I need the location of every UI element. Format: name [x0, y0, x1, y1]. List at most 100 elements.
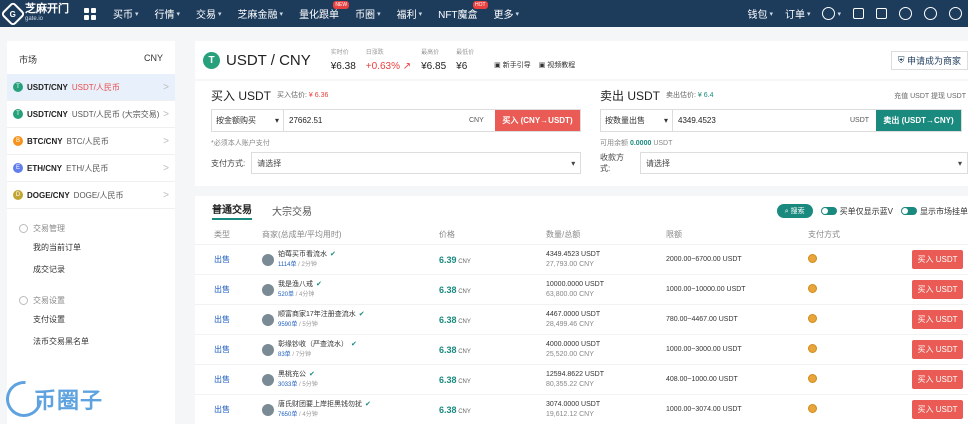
apply-merchant-button[interactable]: ⛨ 申请成为商家	[890, 51, 968, 70]
tab-block-trade[interactable]: 大宗交易	[272, 203, 312, 218]
payment-method-icon	[808, 374, 817, 383]
nav-item-2[interactable]: 交易 ▾	[188, 0, 230, 27]
merchant[interactable]: 彰缘钞收（严查流水） ✔ 83单 / 7分钟	[262, 340, 439, 360]
price: 6.39 CNY	[439, 254, 471, 265]
chevron-right-icon: >	[163, 108, 169, 120]
chevron-down-icon: ▾	[663, 116, 668, 125]
user-icon[interactable]: ▾	[816, 0, 847, 27]
nav-item-5[interactable]: 币圈 ▾	[347, 0, 389, 27]
chevron-right-icon: >	[163, 135, 169, 147]
nav-item-7[interactable]: NFT魔盒 HOT	[430, 0, 488, 27]
table-header: 类型 商家(总成单/平均用时) 价格 数量/总额 限额 支付方式	[214, 229, 840, 239]
nav-item-0[interactable]: 买币 ▾	[105, 0, 147, 27]
buy-payment-select[interactable]: 请选择 ▾	[251, 152, 582, 174]
quantity: 12594.8622 USDT 80,355.22 CNY	[546, 370, 604, 388]
deposit-withdraw-links[interactable]: 充值 USDT 提现 USDT	[894, 91, 966, 101]
toggle-bluev-only[interactable]: 买单仅显示蓝V	[820, 206, 893, 217]
search-button[interactable]: ⌕ 搜索	[776, 204, 813, 218]
order-type: 出售	[214, 255, 230, 264]
search-icon[interactable]	[943, 0, 968, 27]
wallet-menu[interactable]: 钱包 ▾	[741, 0, 779, 27]
buy-panel: 买入 USDT 买入估价: ¥ 6.36 按金额购买 ▾ 27662.51 CNY …	[195, 81, 590, 186]
nav-item-4[interactable]: 量化跟单 NEW	[291, 0, 350, 27]
chevron-right-icon: >	[163, 81, 169, 93]
notification-icon[interactable]	[870, 0, 893, 27]
settings-icon[interactable]	[918, 0, 943, 27]
merchant[interactable]: 黑桃充公 ✔ 3033单 / 5分钟	[262, 370, 439, 390]
verified-icon: ✔	[351, 340, 357, 348]
pair-stat: 最高价 ¥6.85	[421, 50, 447, 72]
buy-estimate: ¥ 6.36	[308, 92, 329, 99]
pair-stat: 日涨跌 +0.63% ↗	[365, 50, 412, 72]
sidebar-head-market: 市场	[19, 55, 38, 65]
apps-grid-icon[interactable]	[84, 7, 96, 20]
quantity: 4349.4523 USDT 27,793.00 CNY	[546, 250, 601, 268]
sidebar-link[interactable]: 法币交易黑名单	[19, 331, 163, 353]
merchant[interactable]: 铂莓买币看流水 ✔ 1114单 / 2分钟	[262, 250, 439, 270]
sidebar-link[interactable]: 成交记录	[19, 259, 163, 281]
nav-item-8[interactable]: 更多 ▾	[486, 0, 528, 27]
merchant[interactable]: 唐氏财团要上岸拒黑钱勿扰 ✔ 7650单 / 4分钟	[262, 400, 439, 420]
buy-usdt-button[interactable]: 买入 USDT	[912, 310, 963, 329]
sidebar-pair-item[interactable]: T USDT/CNY USDT/人民币 >	[7, 74, 175, 101]
limit: 408.00~1000.00 USDT	[666, 376, 738, 383]
buy-amount-input[interactable]: 27662.51	[284, 110, 469, 131]
sell-amount-input[interactable]: 4349.4523	[673, 110, 850, 131]
avatar	[262, 253, 274, 266]
brand-logo[interactable]: G 芝麻开门 gate.io	[0, 0, 75, 27]
main-nav: 买币 ▾ 行情 ▾ 交易 ▾ 芝麻金融 ▾ 量化跟单 NEW 币圈 ▾ 福利 ▾ NFT魔盒 HOT 更多 ▾	[105, 0, 527, 27]
guide-link[interactable]: ▣ 视频教程	[539, 60, 576, 70]
sell-title: 卖出 USDT	[600, 88, 661, 103]
limit: 780.00~4467.00 USDT	[666, 316, 738, 323]
guide-link[interactable]: ▣ 新手引导	[494, 60, 531, 70]
merchant[interactable]: 顺富商家17年注册查流水 ✔ 9590单 / 5分钟	[262, 310, 439, 330]
language-icon[interactable]	[893, 0, 918, 27]
buy-usdt-button[interactable]: 买入 USDT	[912, 370, 963, 389]
buy-usdt-button[interactable]: 买入 USDT	[912, 280, 963, 299]
buy-usdt-button[interactable]: 买入 USDT	[912, 340, 963, 359]
price: 6.38 CNY	[439, 404, 471, 415]
brand-domain: gate.io	[25, 15, 44, 22]
download-icon[interactable]	[847, 0, 870, 27]
currency-select[interactable]: CNY	[144, 53, 163, 74]
nav-right: 钱包 ▾ 订单 ▾ ▾	[741, 0, 968, 27]
table-row: 出售 彰缘钞收（严查流水） ✔ 83单 / 7分钟 6.38 CNY 4000.0000 …	[195, 334, 968, 364]
order-type: 出售	[214, 375, 230, 384]
sidebar-pair-item[interactable]: T USDT/CNY USDT/人民币 (大宗交易) >	[7, 101, 175, 128]
sell-mode-select[interactable]: 按数量出售 ▾	[601, 110, 673, 131]
buy-title: 买入 USDT	[211, 88, 272, 103]
avatar	[262, 283, 274, 296]
nav-item-6[interactable]: 福利 ▾	[389, 0, 431, 27]
pair-header: T USDT / CNY 实时价 ¥6.38 日涨跌 +0.63% ↗ 最高价 ¥6.85…	[195, 41, 968, 79]
sidebar-pair-item[interactable]: B BTC/CNY BTC/人民币 >	[7, 128, 175, 155]
payment-method-icon	[808, 254, 817, 263]
sell-payment-select[interactable]: 请选择 ▾	[640, 152, 968, 174]
price: 6.38 CNY	[439, 374, 471, 385]
nav-item-1[interactable]: 行情 ▾	[147, 0, 189, 27]
buy-usdt-button[interactable]: 买入 USDT	[912, 400, 963, 419]
sidebar-link[interactable]: 我的当前订单	[19, 237, 163, 259]
orders-menu[interactable]: 订单 ▾	[779, 0, 817, 27]
merchant[interactable]: 我是渔八戒 ✔ 520单 / 4分钟	[262, 280, 439, 300]
avatar	[262, 373, 274, 386]
sidebar-link[interactable]: 支付设置	[19, 309, 163, 331]
table-row: 出售 我是渔八戒 ✔ 520单 / 4分钟 6.38 CNY 10000.0000 USD…	[195, 274, 968, 304]
tab-normal-trade[interactable]: 普通交易	[212, 201, 252, 220]
buy-usdt-button[interactable]: 买入 USDT	[912, 250, 963, 269]
limit: 1000.00~10000.00 USDT	[666, 286, 746, 293]
table-row: 出售 唐氏财团要上岸拒黑钱勿扰 ✔ 7650单 / 4分钟 6.38 CNY 3074.0…	[195, 394, 968, 424]
coin-icon: E	[13, 163, 23, 173]
sidebar-pair-item[interactable]: D DOGE/CNY DOGE/人民币 >	[7, 182, 175, 209]
order-type: 出售	[214, 315, 230, 324]
brand-name: 芝麻开门	[25, 2, 69, 15]
payment-method-icon	[808, 284, 817, 293]
buy-submit-button[interactable]: 买入 (CNY→USDT)	[495, 110, 580, 131]
sell-submit-button[interactable]: 卖出 (USDT→CNY)	[876, 110, 961, 131]
toggle-market-orders[interactable]: 显示市场挂单	[901, 206, 968, 217]
sidebar-pair-item[interactable]: E ETH/CNY ETH/人民币 >	[7, 155, 175, 182]
coin-icon: T	[13, 109, 23, 119]
nav-item-3[interactable]: 芝麻金融 ▾	[230, 0, 292, 27]
coin-icon: B	[13, 136, 23, 146]
sell-panel: 卖出 USDT 卖出估价: ¥ 6.4 充值 USDT 提现 USDT 按数量出售…	[600, 88, 968, 174]
buy-mode-select[interactable]: 按金额购买 ▾	[212, 110, 284, 131]
